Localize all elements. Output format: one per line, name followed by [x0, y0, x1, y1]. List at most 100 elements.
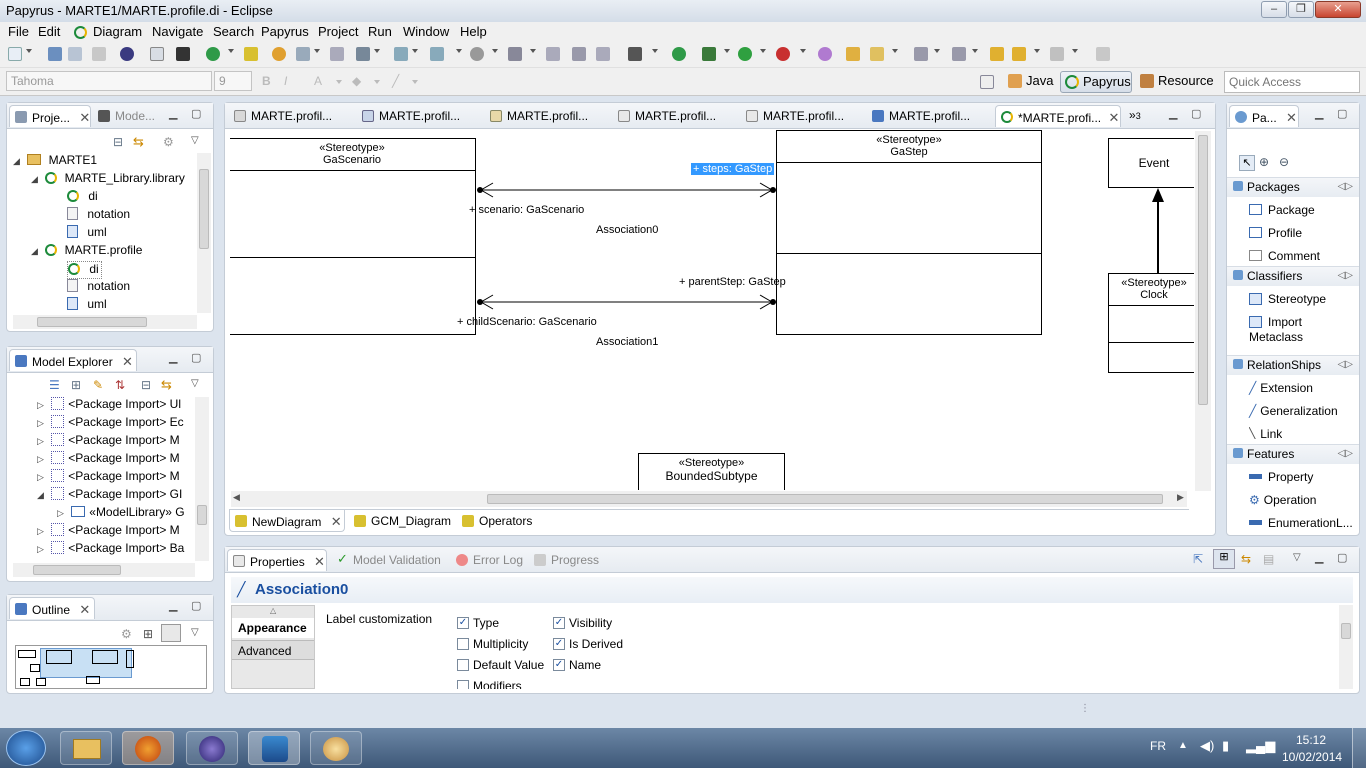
- save-icon[interactable]: [48, 47, 62, 61]
- line-color-dropdown-icon[interactable]: [412, 80, 418, 84]
- association0-name-label[interactable]: Association0: [596, 224, 658, 236]
- side-tab-appearance[interactable]: Appearance: [232, 618, 314, 638]
- size2-icon[interactable]: [572, 47, 586, 61]
- zoom-out-icon[interactable]: ⊖: [1279, 155, 1289, 169]
- diagram-vertical-scrollbar[interactable]: [1195, 131, 1211, 491]
- arrow-dropdown-icon[interactable]: [314, 49, 320, 53]
- model-tree-row[interactable]: ◢ <Package Import> GI: [37, 487, 182, 505]
- minimize-icon[interactable]: ▁: [1315, 107, 1323, 120]
- language-indicator[interactable]: FR: [1150, 739, 1166, 753]
- editor-tab-1[interactable]: MARTE.profil...: [229, 105, 353, 127]
- collapsed-triangle-icon[interactable]: ▷: [37, 436, 44, 446]
- pin-to-selection-icon[interactable]: ⇱: [1193, 552, 1203, 566]
- categories-icon[interactable]: ⊞: [1213, 549, 1235, 569]
- collapsed-triangle-icon[interactable]: ▷: [37, 454, 44, 464]
- diagram-tab-gcm[interactable]: GCM_Diagram: [349, 510, 453, 532]
- next-annotation-icon[interactable]: [914, 47, 928, 61]
- vertical-scrollbar[interactable]: [197, 153, 211, 313]
- palette-item-operation[interactable]: ⚙ Operation: [1249, 493, 1316, 507]
- papyrus-dropdown-icon[interactable]: [228, 49, 234, 53]
- class-clock[interactable]: «Stereotype» Clock: [1108, 273, 1194, 373]
- line-color-icon[interactable]: ╱: [392, 74, 399, 88]
- scrollbar-thumb[interactable]: [1341, 623, 1351, 639]
- tree-item-notation-2[interactable]: notation: [67, 279, 130, 297]
- maximize-icon[interactable]: ▢: [191, 599, 201, 612]
- editor-tab-2[interactable]: MARTE.profil...: [357, 105, 481, 127]
- class-gastep[interactable]: «Stereotype» GaStep: [776, 130, 1042, 335]
- gears-icon[interactable]: ⚙: [121, 627, 132, 641]
- menu-project[interactable]: Project: [318, 24, 358, 39]
- bold-icon[interactable]: B: [262, 74, 271, 88]
- papyrus2-icon[interactable]: [672, 47, 686, 61]
- tree-item-notation[interactable]: notation: [67, 207, 130, 225]
- association0-end-label-steps[interactable]: + steps: GaStep: [691, 163, 775, 175]
- editor-tab-4[interactable]: MARTE.profil...: [613, 105, 737, 127]
- network-icon[interactable]: ▂▄▆: [1246, 738, 1275, 754]
- prev-annotation-icon[interactable]: [952, 47, 966, 61]
- maximize-icon[interactable]: ▢: [1337, 551, 1347, 564]
- association1-end-label-parentstep[interactable]: + parentStep: GaStep: [679, 276, 786, 288]
- tree-item-di[interactable]: di: [67, 189, 98, 207]
- model-tree-row[interactable]: ▷ <Package Import> Ul: [37, 397, 181, 415]
- palette-item-extension[interactable]: ╱ Extension: [1249, 381, 1313, 395]
- pin-icon[interactable]: [1096, 47, 1110, 61]
- palette-section-features[interactable]: Features ◁▷: [1227, 444, 1359, 464]
- maximize-icon[interactable]: ▢: [1337, 107, 1347, 120]
- font-size-combo[interactable]: 9: [214, 71, 252, 91]
- taskbar-firefox-button[interactable]: [122, 731, 174, 765]
- palette-item-package[interactable]: Package: [1249, 203, 1315, 217]
- minimize-icon[interactable]: ▁: [1315, 551, 1323, 564]
- volume-icon[interactable]: ◀): [1200, 738, 1214, 754]
- run-dropdown-icon[interactable]: [760, 49, 766, 53]
- last-edit-icon[interactable]: [990, 47, 1004, 61]
- layout-icon[interactable]: [330, 47, 344, 61]
- model-tree-row[interactable]: ▷ <Package Import> M: [37, 523, 180, 541]
- close-tab-icon[interactable]: ✕: [79, 110, 90, 125]
- back-dropdown-icon[interactable]: [1034, 49, 1040, 53]
- taskbar-papyrus-button[interactable]: [248, 731, 300, 765]
- close-tab-icon[interactable]: ✕: [331, 514, 342, 529]
- font-color-dropdown-icon[interactable]: [336, 80, 342, 84]
- tab-palette[interactable]: Pa... ✕: [1229, 105, 1299, 127]
- tab-model-validation[interactable]: ✓ Model Validation: [331, 549, 447, 571]
- diagram-tab-operators[interactable]: Operators: [457, 510, 539, 532]
- scrollbar-thumb[interactable]: [37, 317, 147, 327]
- minimize-icon[interactable]: ▁: [169, 351, 177, 364]
- collapsed-triangle-icon[interactable]: ▷: [37, 400, 44, 410]
- tab-progress[interactable]: Progress: [529, 549, 601, 571]
- run-icon[interactable]: [738, 47, 752, 61]
- grid-dropdown-icon[interactable]: [374, 49, 380, 53]
- close-tab-icon[interactable]: ✕: [314, 554, 325, 569]
- size3-icon[interactable]: [596, 47, 610, 61]
- filter-icon[interactable]: ⚙: [163, 135, 174, 149]
- external-dropdown-icon[interactable]: [800, 49, 806, 53]
- list-icon[interactable]: ☰: [49, 378, 60, 392]
- italic-icon[interactable]: I: [284, 74, 287, 88]
- menu-window[interactable]: Window: [403, 24, 449, 39]
- hand-icon[interactable]: [470, 47, 484, 61]
- forward-dropdown-icon[interactable]: [1072, 49, 1078, 53]
- minimize-icon[interactable]: ▁: [169, 599, 177, 612]
- tree-item-uml-2[interactable]: uml: [67, 297, 107, 313]
- expanded-triangle-icon[interactable]: ◢: [37, 490, 44, 500]
- diagram-horizontal-scrollbar[interactable]: ◀ ▶: [231, 491, 1187, 507]
- scrollbar-thumb[interactable]: [1198, 135, 1208, 405]
- close-tab-icon[interactable]: ✕: [1286, 110, 1297, 125]
- open-perspective-icon[interactable]: [980, 75, 994, 89]
- show-hidden-icons-icon[interactable]: ▲: [1178, 740, 1188, 751]
- console-icon[interactable]: [176, 47, 190, 61]
- editor-tab-3[interactable]: MARTE.profil...: [485, 105, 609, 127]
- minimize-icon[interactable]: ▁: [1169, 107, 1177, 120]
- prev-annotation-dropdown-icon[interactable]: [972, 49, 978, 53]
- scrollbar-thumb[interactable]: [487, 494, 1163, 504]
- select-tool-icon[interactable]: ↖: [1239, 155, 1255, 171]
- zoom-in-icon[interactable]: ⊕: [1259, 155, 1269, 169]
- external-tools-icon[interactable]: [776, 47, 790, 61]
- scroll-left-icon[interactable]: ◀: [233, 492, 240, 503]
- grid-icon[interactable]: [356, 47, 370, 61]
- size-icon[interactable]: [546, 47, 560, 61]
- model-tree-row[interactable]: ▷ <Package Import> M: [37, 433, 180, 451]
- pencil-dropdown-icon[interactable]: [892, 49, 898, 53]
- tree-item-uml[interactable]: uml: [67, 225, 107, 243]
- palette-item-link[interactable]: ╲ Link: [1249, 427, 1282, 439]
